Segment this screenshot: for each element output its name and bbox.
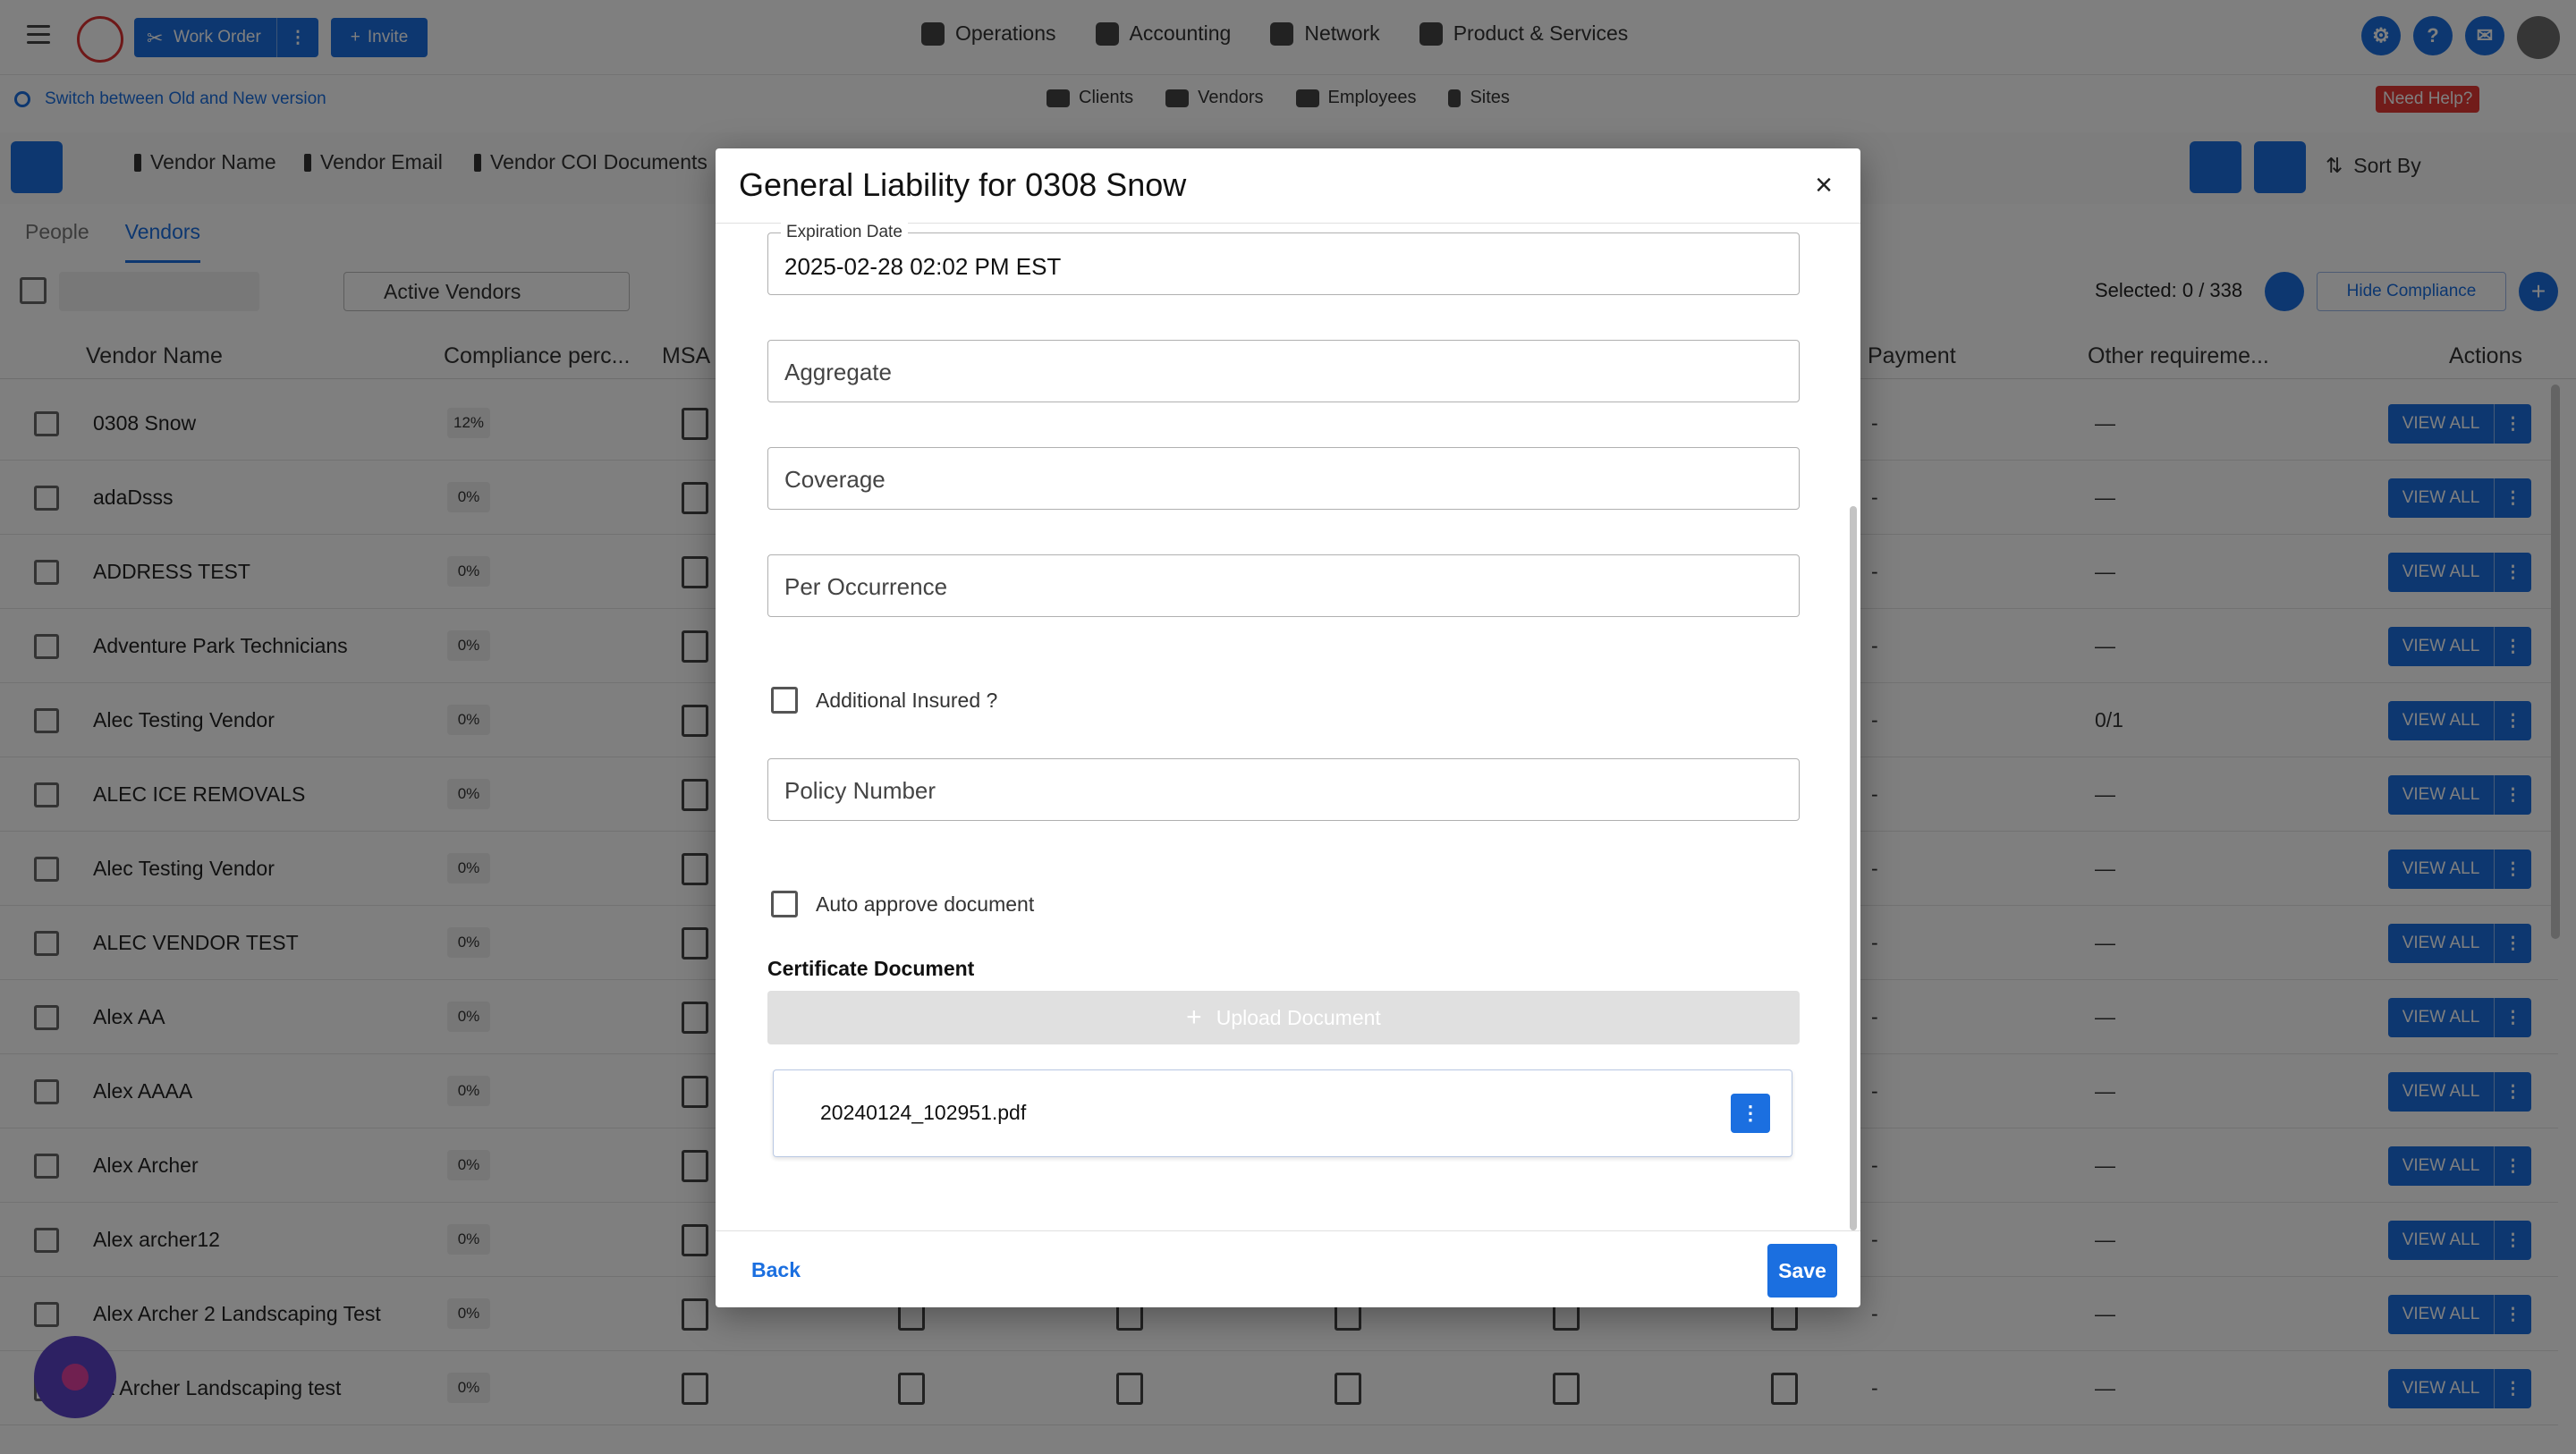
policy-number-field[interactable]: Policy Number xyxy=(767,758,1800,821)
dialog-header: General Liability for 0308 Snow × xyxy=(716,148,1860,224)
expiration-date-field[interactable]: Expiration Date 2025-02-28 02:02 PM EST xyxy=(767,223,1800,295)
certificate-document-label: Certificate Document xyxy=(767,957,975,980)
plus-icon: + xyxy=(1186,1002,1202,1032)
dialog-scrollbar[interactable] xyxy=(1850,506,1857,1230)
additional-insured-checkbox[interactable] xyxy=(771,687,798,714)
policy-number-placeholder: Policy Number xyxy=(784,777,936,804)
dialog-title: General Liability for 0308 Snow xyxy=(739,166,1187,203)
coverage-field[interactable]: Coverage xyxy=(767,447,1800,510)
auto-approve-row[interactable]: Auto approve document xyxy=(771,891,1034,917)
general-liability-dialog: General Liability for 0308 Snow × Expira… xyxy=(716,148,1860,1307)
expiration-date-value: 2025-02-28 02:02 PM EST xyxy=(784,253,1062,280)
upload-document-button[interactable]: + Upload Document xyxy=(767,991,1800,1044)
dialog-footer: Back Save xyxy=(716,1230,1860,1307)
coverage-placeholder: Coverage xyxy=(784,466,886,493)
back-button[interactable]: Back xyxy=(751,1258,801,1282)
per-occurrence-placeholder: Per Occurrence xyxy=(784,573,948,600)
file-name: 20240124_102951.pdf xyxy=(820,1101,1027,1124)
auto-approve-checkbox[interactable] xyxy=(771,891,798,917)
upload-document-label: Upload Document xyxy=(1216,1005,1381,1029)
aggregate-placeholder: Aggregate xyxy=(784,359,892,385)
more-vert-icon[interactable]: ⋮ xyxy=(1731,1094,1770,1133)
additional-insured-row[interactable]: Additional Insured ? xyxy=(771,687,997,714)
per-occurrence-field[interactable]: Per Occurrence xyxy=(767,554,1800,617)
close-icon[interactable]: × xyxy=(1809,170,1839,200)
aggregate-field[interactable]: Aggregate xyxy=(767,340,1800,402)
additional-insured-label: Additional Insured ? xyxy=(816,688,998,712)
save-button[interactable]: Save xyxy=(1767,1244,1837,1298)
expiration-date-label: Expiration Date xyxy=(781,223,908,242)
auto-approve-label: Auto approve document xyxy=(816,892,1035,916)
uploaded-file-card: 20240124_102951.pdf ⋮ xyxy=(773,1069,1792,1157)
